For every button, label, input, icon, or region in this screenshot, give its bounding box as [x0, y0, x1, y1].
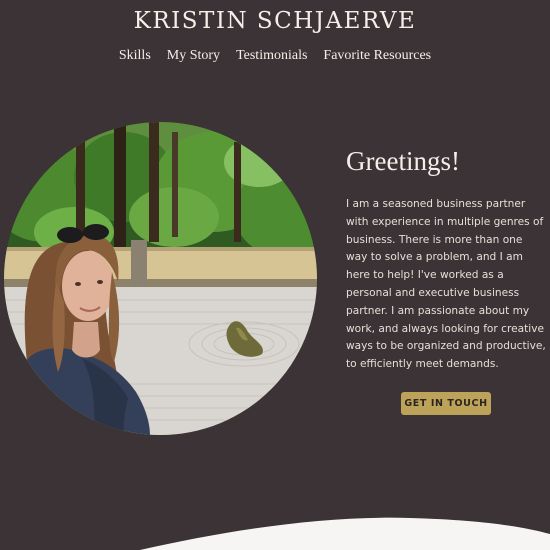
nav-link-testimonials[interactable]: Testimonials [236, 48, 307, 64]
portrait-photo [4, 122, 317, 435]
page: KRISTIN SCHJAERVE Skills My Story Testim… [0, 0, 550, 550]
site-title[interactable]: KRISTIN SCHJAERVE [0, 8, 550, 34]
nav-link-skills[interactable]: Skills [119, 48, 151, 64]
greeting-heading: Greetings! [346, 146, 460, 176]
main-nav: Skills My Story Testimonials Favorite Re… [0, 48, 550, 64]
section-divider-wave [140, 517, 550, 550]
intro-paragraph: I am a seasoned business partner with ex… [346, 198, 546, 371]
nav-link-favorite-resources[interactable]: Favorite Resources [323, 48, 431, 64]
get-in-touch-button[interactable]: GET IN TOUCH [401, 392, 491, 415]
nav-link-my-story[interactable]: My Story [167, 48, 220, 64]
